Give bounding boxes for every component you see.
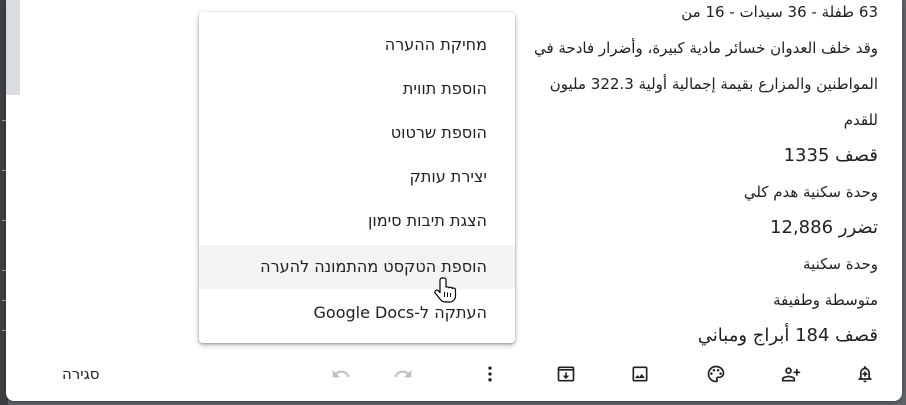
bell-plus-icon: [858, 366, 872, 383]
add-image-button[interactable]: [622, 356, 658, 392]
remind-me-button[interactable]: [847, 356, 883, 392]
undo-button[interactable]: [323, 356, 359, 392]
close-button[interactable]: סגירה: [50, 358, 112, 390]
background-options-button[interactable]: [698, 356, 734, 392]
more-options-button[interactable]: [472, 356, 508, 392]
more-vert-icon: [488, 366, 492, 382]
person-add-icon: [781, 367, 801, 382]
menu-item-add-label[interactable]: הוספת תווית: [199, 67, 515, 111]
menu-item-delete-note[interactable]: מחיקת ההערה: [199, 23, 515, 67]
note-toolbar: סגירה: [6, 340, 902, 401]
archive-icon: [557, 366, 575, 382]
menu-item-show-checkboxes[interactable]: הצגת תיבות סימון: [199, 199, 515, 243]
menu-item-copy-to-google-docs[interactable]: העתקה ל-Google Docs: [199, 291, 515, 335]
palette-icon: [707, 365, 725, 383]
archive-button[interactable]: [548, 356, 584, 392]
menu-item-make-copy[interactable]: יצירת עותק: [199, 155, 515, 199]
redo-button[interactable]: [385, 356, 421, 392]
more-options-menu: מחיקת ההערה הוספת תווית הוספת שרטוט יציר…: [199, 12, 515, 343]
add-collaborator-button[interactable]: [773, 356, 809, 392]
image-icon: [632, 366, 648, 382]
undo-icon: [332, 369, 350, 378]
menu-item-add-drawing[interactable]: הוספת שרטוט: [199, 111, 515, 155]
menu-item-grab-image-text[interactable]: הוספת הטקסט מהתמונה להערה: [199, 245, 515, 289]
redo-icon: [394, 369, 412, 378]
note-scrollbar[interactable]: [6, 0, 20, 95]
